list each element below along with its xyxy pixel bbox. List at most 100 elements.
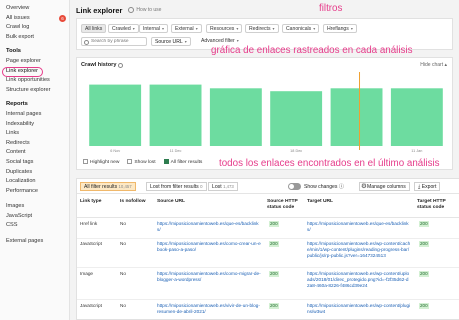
sidebar-item-indexability[interactable]: Indexability [0,120,69,130]
play-icon [128,7,135,13]
search-input[interactable] [91,38,146,45]
show-changes-toggle[interactable] [288,183,301,190]
chart-bar[interactable] [270,91,323,146]
legend-all-filter-results[interactable]: All filter results [163,159,202,165]
chart-bar[interactable] [390,88,443,146]
highlight-circle [2,66,43,77]
manage-columns-button[interactable]: ⚙ Manage columns [359,182,410,191]
chart-tick-label: 18 Dec [290,149,302,153]
hide-chart-button[interactable]: Hide chart ▴ [420,62,447,68]
column-header-source-url[interactable]: Source URL [157,199,185,205]
chevron-down-icon: ▾ [162,26,165,31]
sidebar-item-content[interactable]: Content [0,148,69,158]
sidebar-item-performance[interactable]: Performance [0,187,69,197]
sidebar-item-page-explorer[interactable]: Page explorer [0,57,69,67]
source-url-link[interactable]: https://miposicionamientoweb.es/como-mig… [157,271,261,283]
export-button[interactable]: ⤓ Export [414,182,441,191]
segment-label: All filter results [84,184,118,190]
segment-lost[interactable]: Lost 1,473 [208,182,238,191]
chevron-down-icon: ▾ [272,26,275,31]
main-content: Link explorer How to use filtros All lin… [71,0,459,320]
target-url-link[interactable]: https://miposicionamientoweb.es/wp-conte… [307,241,411,259]
table-toolbar: All filter results 10,457 Lost from filt… [77,179,459,194]
tab-internal[interactable]: Internal ▾ [139,24,169,33]
column-header-target-status[interactable]: Target HTTP status code [417,199,457,211]
checkbox-checked [163,159,169,164]
export-label: Export [421,184,437,190]
cell-nofollow: No [120,303,126,308]
sidebar-item-external-pages[interactable]: External pages [0,237,69,247]
sidebar-item-internal-pages[interactable]: Internal pages [0,110,69,120]
tab-label: Canonicals [286,26,312,32]
column-header-target-url[interactable]: Target URL [307,199,333,205]
sidebar: Overview All issues 6 Crawl log Bulk expo… [0,0,70,320]
sidebar-item-link-explorer[interactable]: Link explorer [0,66,69,77]
legend-show-lost[interactable]: Show lost [127,159,156,165]
source-url-link[interactable]: https://miposicionamientoweb.es/vivir-de… [157,303,261,315]
sidebar-heading-reports: Reports [6,101,28,108]
target-url-link[interactable]: https://miposicionamientoweb.es/wp-conte… [307,303,411,315]
sidebar-item-localization[interactable]: Localization [0,177,69,187]
page-title: Link explorer [76,5,123,15]
tab-label: All links [85,26,103,32]
column-header-nofollow[interactable]: Is nofollow [120,199,146,205]
segment-label: Lost from filter results [150,184,199,190]
sidebar-item-link-opportunities[interactable]: Link opportunities [0,76,69,86]
download-icon: ⤓ [418,184,421,190]
tab-label: Redirects [249,26,271,32]
tab-hreflangs[interactable]: Hreflangs ▾ [323,24,357,33]
chevron-up-icon: ▴ [444,62,447,68]
target-url-link[interactable]: https://miposicionamientoweb.es/wp-conte… [307,271,411,289]
cell-link-type: JavaScript [80,303,102,308]
chevron-down-icon: ▾ [195,26,198,31]
manage-columns-label: Manage columns [367,184,406,190]
search-scope-select[interactable]: Source URL ▾ [151,37,191,46]
chart-bar[interactable] [89,84,142,146]
checkbox [83,159,88,164]
sidebar-item-all-issues[interactable]: All issues 6 [0,14,69,24]
tab-redirects[interactable]: Redirects ▾ [245,24,279,33]
segment-lost-from-filter[interactable]: Lost from filter results 0 [146,182,207,191]
sidebar-item-bulk-export[interactable]: Bulk export [0,33,69,43]
sidebar-item-structure-explorer[interactable]: Structure explorer [0,86,69,96]
status-badge: 200 [269,303,279,309]
segment-all-filter-results[interactable]: All filter results 10,457 [80,182,136,191]
advanced-filter-label: Advanced filter [201,38,235,44]
chart-bar[interactable] [209,88,262,146]
show-changes-label: Show changes ⓘ [304,183,344,190]
chevron-down-icon: ▾ [184,39,187,44]
hide-chart-label: Hide chart [420,62,444,68]
title-row: Link explorer How to use [76,4,161,16]
sidebar-item-css[interactable]: CSS [0,221,69,231]
source-url-link[interactable]: https://miposicionamientoweb.es/como-cre… [157,241,261,253]
sidebar-item-overview[interactable]: Overview [0,4,69,14]
info-icon [118,62,124,68]
sidebar-item-redirects[interactable]: Redirects [0,139,69,149]
sidebar-item-javascript[interactable]: JavaScript [0,212,69,222]
tab-external[interactable]: External ▾ [171,24,202,33]
legend-highlight-new[interactable]: Highlight new [83,159,119,165]
chart-tick-label: 6 Nov [110,149,120,153]
results-table-panel: All filter results 10,457 Lost from filt… [76,178,459,320]
advanced-filter-button[interactable]: Advanced filter ▾ [201,38,239,44]
sidebar-item-images[interactable]: Images [0,202,69,212]
tab-crawled[interactable]: Crawled ▾ [108,24,139,33]
chart-tick-label: 11 Jan [411,149,422,153]
tab-resources[interactable]: Resources ▾ [206,24,243,33]
target-url-link[interactable]: https://miposicionamientoweb.es/que-es/b… [307,221,411,233]
status-badge: 200 [269,271,279,277]
sidebar-item-crawl-log[interactable]: Crawl log [0,23,69,33]
sidebar-item-duplicates[interactable]: Duplicates [0,168,69,178]
chart-bar[interactable] [330,88,383,146]
how-to-link[interactable]: How to use [128,7,161,13]
column-header-source-status[interactable]: Source HTTP status code [267,199,305,211]
source-url-link[interactable]: https://miposicionamientoweb.es/que-es/b… [157,221,261,233]
chart-bar[interactable] [149,84,202,146]
tab-canonicals[interactable]: Canonicals ▾ [282,24,320,33]
sidebar-item-links[interactable]: Links [0,129,69,139]
sidebar-item-social-tags[interactable]: Social tags [0,158,69,168]
status-badge: 200 [419,221,429,227]
tab-all-links[interactable]: All links [81,24,107,33]
column-header-link-type[interactable]: Link type [80,199,101,205]
checkbox [127,159,133,164]
